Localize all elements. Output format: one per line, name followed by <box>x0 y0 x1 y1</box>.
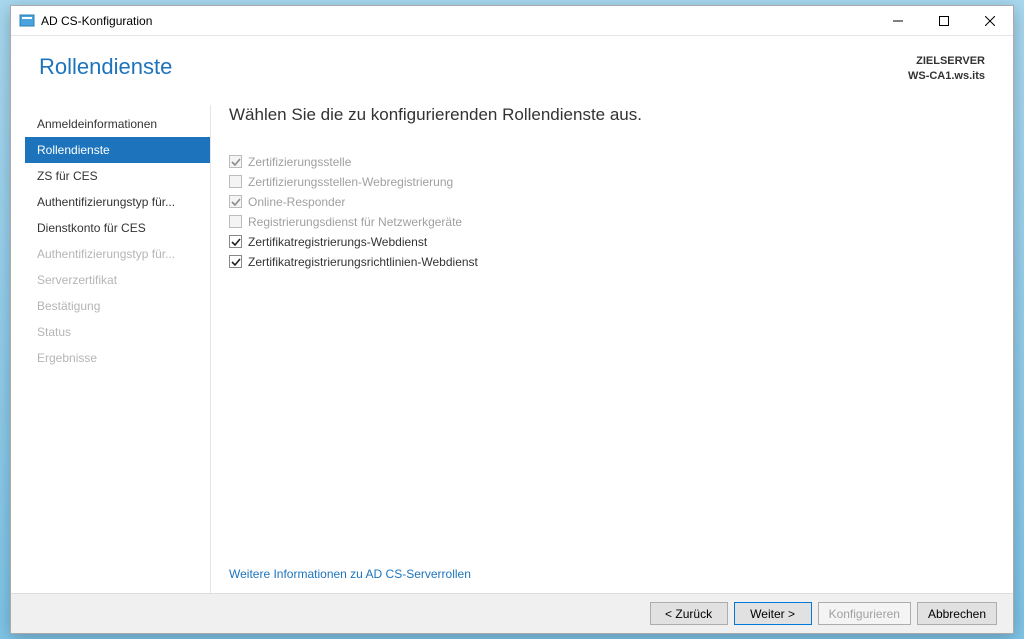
sidebar-item-5: Authentifizierungstyp für... <box>25 241 210 267</box>
back-button[interactable]: < Zurück <box>650 602 728 625</box>
role-label-2: Online-Responder <box>248 195 345 209</box>
cancel-button[interactable]: Abbrechen <box>917 602 997 625</box>
page-title: Rollendienste <box>39 54 172 80</box>
role-option-1: Zertifizierungsstellen-Webregistrierung <box>229 173 985 191</box>
next-button[interactable]: Weiter > <box>734 602 812 625</box>
footer: < Zurück Weiter > Konfigurieren Abbreche… <box>11 593 1013 633</box>
sidebar: AnmeldeinformationenRollendiensteZS für … <box>25 105 211 593</box>
role-option-4: Zertifikatregistrierungs-Webdienst <box>229 233 985 251</box>
role-checkbox-1 <box>229 175 242 188</box>
sidebar-item-6: Serverzertifikat <box>25 267 210 293</box>
target-server-block: ZIELSERVER WS-CA1.ws.its <box>908 54 985 85</box>
role-checkbox-2 <box>229 195 242 208</box>
minimize-button[interactable] <box>875 6 921 35</box>
titlebar: AD CS-Konfiguration <box>11 6 1013 36</box>
role-label-5: Zertifikatregistrierungsrichtlinien-Webd… <box>248 255 478 269</box>
more-info-link[interactable]: Weitere Informationen zu AD CS-Serverrol… <box>229 567 985 581</box>
role-option-2: Online-Responder <box>229 193 985 211</box>
content-heading: Wählen Sie die zu konfigurierenden Rolle… <box>229 105 985 125</box>
target-label: ZIELSERVER <box>908 54 985 69</box>
content: Wählen Sie die zu konfigurierenden Rolle… <box>211 105 1013 593</box>
sidebar-item-4[interactable]: Dienstkonto für CES <box>25 215 210 241</box>
window-title: AD CS-Konfiguration <box>41 14 875 28</box>
role-label-3: Registrierungsdienst für Netzwerkgeräte <box>248 215 462 229</box>
role-label-4: Zertifikatregistrierungs-Webdienst <box>248 235 427 249</box>
body: AnmeldeinformationenRollendiensteZS für … <box>11 95 1013 593</box>
close-button[interactable] <box>967 6 1013 35</box>
sidebar-item-0[interactable]: Anmeldeinformationen <box>25 111 210 137</box>
role-checkbox-5[interactable] <box>229 255 242 268</box>
sidebar-item-2[interactable]: ZS für CES <box>25 163 210 189</box>
wizard-window: AD CS-Konfiguration Rollendienste ZIELSE… <box>10 5 1014 634</box>
role-checkbox-3 <box>229 215 242 228</box>
window-buttons <box>875 6 1013 35</box>
role-option-0: Zertifizierungsstelle <box>229 153 985 171</box>
maximize-button[interactable] <box>921 6 967 35</box>
role-label-0: Zertifizierungsstelle <box>248 155 351 169</box>
app-icon <box>19 13 35 29</box>
role-checkbox-0 <box>229 155 242 168</box>
sidebar-item-3[interactable]: Authentifizierungstyp für... <box>25 189 210 215</box>
target-server: WS-CA1.ws.its <box>908 69 985 84</box>
role-label-1: Zertifizierungsstellen-Webregistrierung <box>248 175 453 189</box>
sidebar-item-9: Ergebnisse <box>25 345 210 371</box>
header: Rollendienste ZIELSERVER WS-CA1.ws.its <box>11 36 1013 95</box>
sidebar-item-8: Status <box>25 319 210 345</box>
role-options: Zertifizierungsstelle Zertifizierungsstel… <box>229 153 985 271</box>
sidebar-item-7: Bestätigung <box>25 293 210 319</box>
role-option-5: Zertifikatregistrierungsrichtlinien-Webd… <box>229 253 985 271</box>
spacer <box>229 271 985 567</box>
configure-button[interactable]: Konfigurieren <box>818 602 911 625</box>
role-checkbox-4[interactable] <box>229 235 242 248</box>
role-option-3: Registrierungsdienst für Netzwerkgeräte <box>229 213 985 231</box>
sidebar-item-1[interactable]: Rollendienste <box>25 137 210 163</box>
